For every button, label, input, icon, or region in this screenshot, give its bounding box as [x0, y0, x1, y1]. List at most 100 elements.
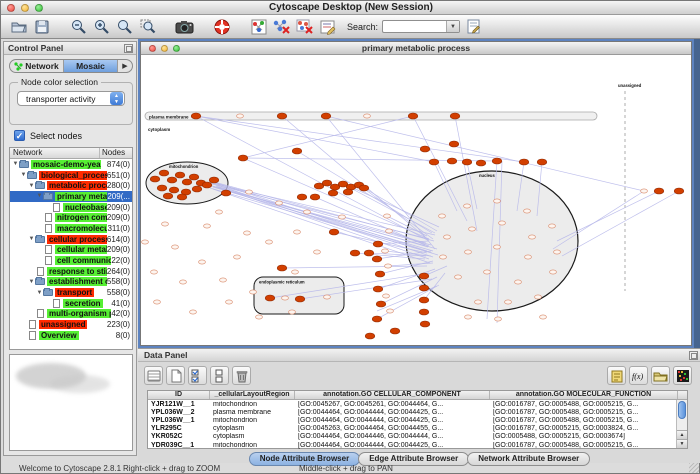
- gene-node-highlighted[interactable]: [169, 187, 179, 193]
- delete-attribute-icon[interactable]: [232, 366, 251, 385]
- gene-node-highlighted[interactable]: [238, 155, 248, 161]
- float-panel-icon[interactable]: [124, 44, 133, 53]
- expand-icon[interactable]: ▼: [36, 290, 43, 296]
- gene-node[interactable]: [292, 270, 299, 274]
- table-row[interactable]: YPL036W__1mitochondrion[GO:0044464, GO:0…: [148, 416, 687, 424]
- network-overview-icon[interactable]: [249, 17, 269, 37]
- network-overview-thumbnail[interactable]: [9, 354, 133, 451]
- column-header[interactable]: annotation.GO CELLULAR_COMPONENT: [295, 391, 490, 399]
- zoom-out-icon[interactable]: [69, 17, 89, 37]
- gene-node-highlighted[interactable]: [462, 159, 472, 165]
- gene-node[interactable]: [499, 221, 506, 225]
- gene-node-highlighted[interactable]: [157, 185, 167, 191]
- tree-row[interactable]: ▼cellular process614(0): [10, 234, 132, 245]
- gene-node-highlighted[interactable]: [419, 297, 429, 303]
- gene-node[interactable]: [484, 270, 491, 274]
- gene-node[interactable]: [294, 230, 301, 234]
- gene-node-highlighted[interactable]: [373, 241, 383, 247]
- snapshot-icon[interactable]: [175, 17, 195, 37]
- tree-row[interactable]: ▼primary metabo209(...: [10, 191, 132, 202]
- gene-node[interactable]: [324, 295, 331, 299]
- expand-icon[interactable]: ▼: [20, 172, 27, 178]
- gene-node[interactable]: [314, 250, 321, 254]
- gene-node[interactable]: [151, 270, 158, 274]
- gene-node[interactable]: [475, 300, 482, 304]
- gene-node[interactable]: [180, 280, 187, 284]
- expand-icon[interactable]: ▼: [28, 183, 35, 189]
- gene-node-highlighted[interactable]: [537, 159, 547, 165]
- gene-node-highlighted[interactable]: [277, 113, 287, 119]
- gene-node-highlighted[interactable]: [476, 160, 486, 166]
- gene-node-highlighted[interactable]: [329, 229, 339, 235]
- gene-node-highlighted[interactable]: [372, 256, 382, 262]
- gene-node-highlighted[interactable]: [373, 286, 383, 292]
- gene-node[interactable]: [439, 214, 446, 218]
- gene-node[interactable]: [237, 114, 244, 118]
- gene-node-highlighted[interactable]: [297, 194, 307, 200]
- gene-node[interactable]: [515, 280, 522, 284]
- gene-node-highlighted[interactable]: [150, 176, 160, 182]
- tree-row[interactable]: Overview8(0): [10, 330, 132, 341]
- gene-node[interactable]: [540, 315, 547, 319]
- destroy-view-icon[interactable]: [295, 17, 315, 37]
- gene-node-highlighted[interactable]: [365, 333, 375, 339]
- scroll-down-icon[interactable]: ▼: [677, 439, 687, 448]
- zoom-fit-icon[interactable]: [115, 17, 135, 37]
- gene-node-highlighted[interactable]: [375, 271, 385, 277]
- gene-node-highlighted[interactable]: [221, 190, 231, 196]
- tree-row[interactable]: ▼mosaic-demo-yeast874(0): [10, 159, 132, 170]
- gene-node[interactable]: [440, 255, 447, 259]
- column-header[interactable]: annotation.GO MOLECULAR_FUNCTION: [490, 391, 678, 399]
- tab-mosaic[interactable]: Mosaic: [64, 60, 118, 72]
- gene-node-highlighted[interactable]: [167, 177, 177, 183]
- table-row[interactable]: YJR121W__1mitochondrion[GO:0045267, GO:0…: [148, 400, 687, 408]
- save-session-icon[interactable]: [32, 17, 52, 37]
- tab-network[interactable]: Network: [10, 60, 64, 72]
- gene-node-highlighted[interactable]: [419, 273, 429, 279]
- gene-node[interactable]: [204, 224, 211, 228]
- unselect-all-icon[interactable]: [210, 366, 229, 385]
- tree-row[interactable]: unassigned223(0): [10, 319, 132, 330]
- gene-node-highlighted[interactable]: [350, 250, 360, 256]
- network-window-titlebar[interactable]: primary metabolic process: [141, 42, 691, 55]
- table-row[interactable]: YDR039C__1mitochondrion[GO:0044464, GO:0…: [148, 441, 687, 449]
- gene-node[interactable]: [387, 309, 394, 313]
- gene-node-highlighted[interactable]: [429, 159, 439, 165]
- gene-node-highlighted[interactable]: [189, 174, 199, 180]
- node-color-dropdown[interactable]: transporter activity ▲▼: [17, 91, 125, 106]
- gene-node[interactable]: [549, 224, 556, 228]
- gene-node[interactable]: [383, 294, 390, 298]
- gene-node[interactable]: [382, 249, 389, 253]
- gene-node[interactable]: [455, 275, 462, 279]
- gene-node[interactable]: [234, 255, 241, 259]
- annotation-icon[interactable]: [318, 17, 338, 37]
- gene-node[interactable]: [525, 255, 532, 259]
- gene-node-highlighted[interactable]: [419, 285, 429, 291]
- gene-node-highlighted[interactable]: [310, 194, 320, 200]
- table-row[interactable]: YKR052Ccytoplasm[GO:0044464, GO:0044446,…: [148, 433, 687, 441]
- column-header[interactable]: _cellularLayoutRegion: [210, 391, 295, 399]
- gene-node-highlighted[interactable]: [447, 158, 457, 164]
- tree-row[interactable]: ▼establishment of lo558(0): [10, 277, 132, 288]
- gene-node[interactable]: [190, 310, 197, 314]
- network-canvas[interactable]: plasma membrane cytoplasm mitochondrion …: [141, 55, 691, 345]
- gene-node-highlighted[interactable]: [277, 265, 287, 271]
- gene-node[interactable]: [220, 278, 227, 282]
- expand-icon[interactable]: ▼: [28, 236, 35, 242]
- gene-node-highlighted[interactable]: [177, 194, 187, 200]
- column-header[interactable]: ID: [148, 391, 210, 399]
- tree-row[interactable]: nitrogen compo209(0): [10, 212, 132, 223]
- table-scrollbar[interactable]: ▲ ▼: [676, 400, 687, 448]
- new-attribute-icon[interactable]: [166, 366, 185, 385]
- gene-node[interactable]: [550, 270, 557, 274]
- tree-row[interactable]: cellular metabol209(0): [10, 245, 132, 256]
- gene-node-highlighted[interactable]: [163, 193, 173, 199]
- gene-node-highlighted[interactable]: [376, 301, 386, 307]
- gene-node[interactable]: [554, 250, 561, 254]
- gene-node-highlighted[interactable]: [321, 113, 331, 119]
- gene-node[interactable]: [469, 227, 476, 231]
- zoom-selected-icon[interactable]: [138, 17, 158, 37]
- gene-node-highlighted[interactable]: [449, 141, 459, 147]
- gene-node[interactable]: [524, 209, 531, 213]
- gene-node-highlighted[interactable]: [419, 309, 429, 315]
